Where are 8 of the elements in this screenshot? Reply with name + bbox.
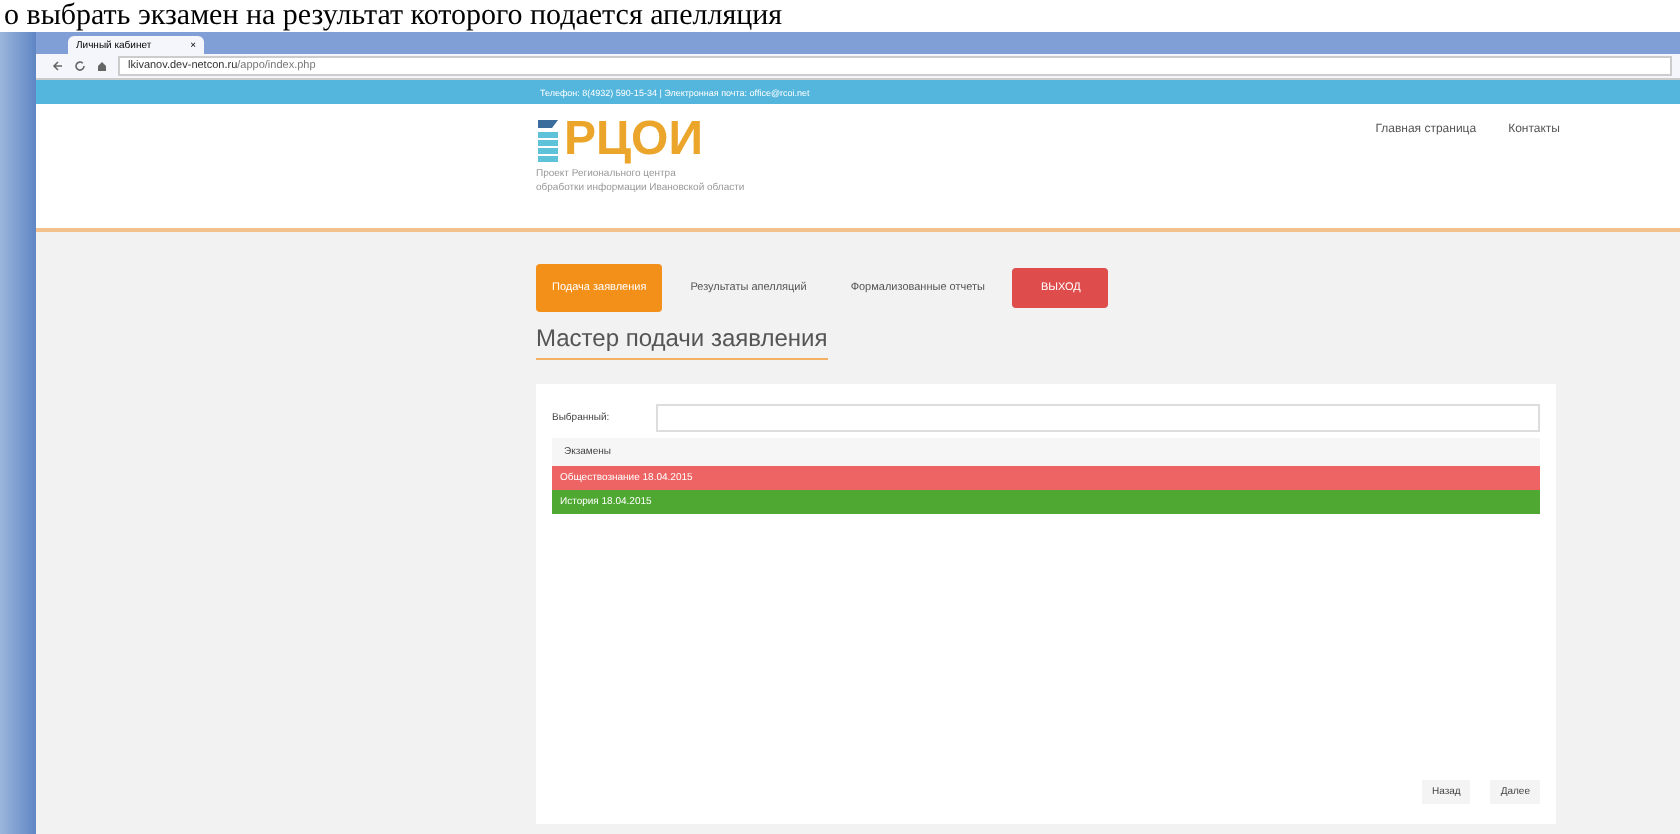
reload-icon[interactable] bbox=[74, 60, 86, 72]
back-arrow-icon[interactable] bbox=[52, 60, 64, 72]
page-title: Мастер подачи заявления bbox=[536, 324, 828, 360]
selected-field[interactable] bbox=[656, 404, 1540, 432]
home-icon[interactable] bbox=[96, 60, 108, 72]
document-stack-icon bbox=[536, 116, 560, 164]
logo-text: РЦОИ bbox=[564, 112, 703, 168]
document-caption: о выбрать экзамен на результат которого подается апелляция bbox=[2, 0, 785, 32]
